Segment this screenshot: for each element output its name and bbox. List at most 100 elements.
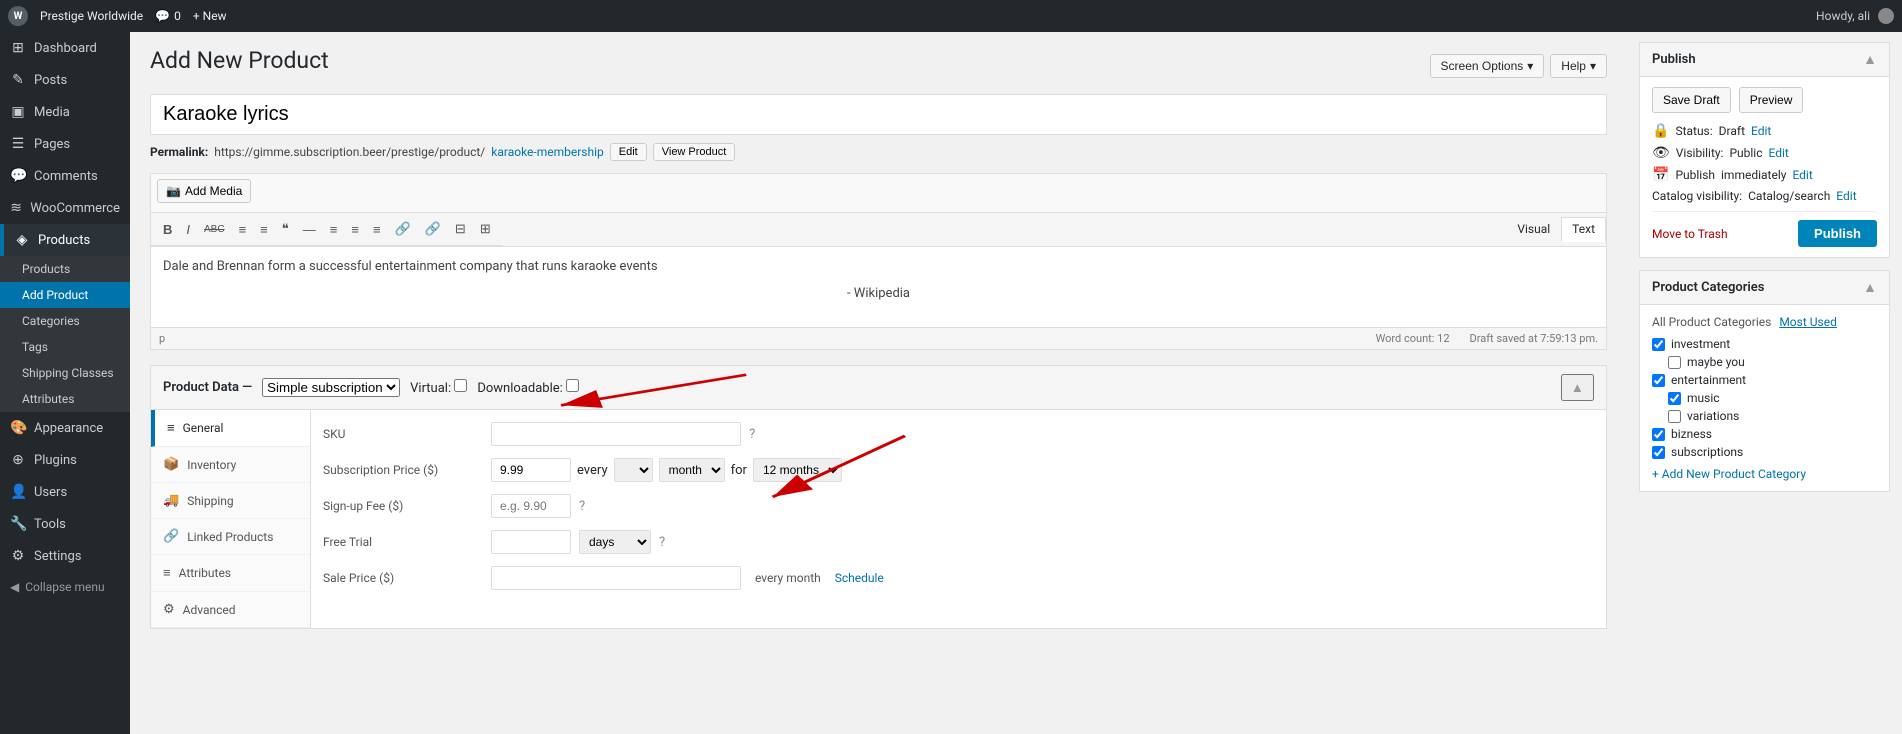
- product-tab-attributes[interactable]: ≡ Attributes: [151, 555, 310, 592]
- add-new-category-link[interactable]: + Add New Product Category: [1652, 467, 1877, 481]
- virtual-checkbox[interactable]: [454, 379, 467, 392]
- cat-tab-most-used[interactable]: Most Used: [1779, 315, 1837, 329]
- cat-checkbox-variations[interactable]: [1668, 410, 1681, 423]
- publish-button[interactable]: Publish: [1798, 220, 1877, 247]
- editor-footer: p Word count: 12 Draft saved at 7:59:13 …: [151, 327, 1606, 349]
- sidebar-item-users[interactable]: 👤 Users: [0, 476, 130, 508]
- editor-content[interactable]: Dale and Brennan form a successful enter…: [151, 247, 1606, 327]
- site-name[interactable]: Prestige Worldwide: [40, 9, 143, 23]
- screen-help-area: Screen Options ▾ Help ▾: [1430, 54, 1607, 78]
- toolbar-abc[interactable]: ABC: [198, 220, 231, 239]
- sidebar-item-appearance[interactable]: 🎨 Appearance: [0, 412, 130, 444]
- subscription-period-select[interactable]: day week month year: [659, 458, 725, 482]
- product-tab-general[interactable]: ≡ General: [151, 410, 310, 447]
- sidebar-item-add-product[interactable]: Add Product: [0, 282, 130, 308]
- free-trial-input[interactable]: [491, 530, 571, 554]
- categories-box-header[interactable]: Product Categories ▲: [1640, 271, 1889, 305]
- tab-text[interactable]: Text: [1561, 217, 1606, 242]
- publish-box-header[interactable]: Publish ▲: [1640, 43, 1889, 77]
- sidebar-item-label: Dashboard: [34, 41, 97, 56]
- cat-checkbox-maybe-you[interactable]: [1668, 356, 1681, 369]
- screen-options-button[interactable]: Screen Options ▾: [1430, 54, 1545, 78]
- new-button[interactable]: + New: [193, 9, 227, 23]
- product-data-collapse-button[interactable]: ▲: [1561, 374, 1594, 401]
- toolbar-ol[interactable]: ≡: [254, 218, 274, 241]
- toolbar-table[interactable]: ⊞: [474, 217, 497, 241]
- subscription-duration-select[interactable]: 1 month 3 months 6 months 12 months: [753, 458, 842, 482]
- sale-price-input[interactable]: [491, 566, 741, 590]
- sidebar-item-settings[interactable]: ⚙ Settings: [0, 540, 130, 572]
- help-button[interactable]: Help ▾: [1550, 54, 1607, 78]
- product-type-select[interactable]: Simple subscription: [262, 378, 400, 397]
- toolbar-unlink[interactable]: 🔗: [419, 217, 447, 241]
- sidebar-item-media[interactable]: ▣ Media: [0, 96, 130, 128]
- sidebar-item-woocommerce[interactable]: ≋ WooCommerce: [0, 192, 130, 224]
- toolbar-align-right[interactable]: ≡: [367, 218, 387, 241]
- product-tab-shipping[interactable]: 🚚 Shipping: [151, 483, 310, 519]
- toolbar-hr[interactable]: —: [297, 218, 322, 241]
- signup-fee-help-icon[interactable]: ?: [579, 499, 585, 514]
- permalink-slug[interactable]: karaoke-membership: [491, 145, 604, 159]
- cat-checkbox-entertainment[interactable]: [1652, 374, 1665, 387]
- cat-checkbox-investment[interactable]: [1652, 338, 1665, 351]
- media-icon: ▣: [10, 104, 26, 120]
- sidebar-item-comments[interactable]: 💬 Comments: [0, 160, 130, 192]
- permalink-edit-button[interactable]: Edit: [610, 143, 647, 161]
- cat-checkbox-bizness[interactable]: [1652, 428, 1665, 441]
- post-title-input[interactable]: [150, 94, 1607, 135]
- sidebar-item-posts[interactable]: ✎ Posts: [0, 64, 130, 96]
- sidebar-item-pages[interactable]: ☰ Pages: [0, 128, 130, 160]
- product-tab-linked-products[interactable]: 🔗 Linked Products: [151, 519, 310, 555]
- cat-label-subscriptions: subscriptions: [1671, 445, 1743, 459]
- free-trial-unit-select[interactable]: days weeks months: [579, 530, 651, 554]
- toolbar-ul[interactable]: ≡: [233, 218, 253, 241]
- sidebar-item-products-list[interactable]: Products: [0, 256, 130, 282]
- sku-help-icon[interactable]: ?: [749, 427, 755, 442]
- subscription-price-input[interactable]: [491, 458, 571, 482]
- comment-count[interactable]: 💬 0: [155, 9, 181, 23]
- cat-tab-all[interactable]: All Product Categories: [1652, 315, 1771, 329]
- signup-fee-input[interactable]: [491, 494, 571, 518]
- toolbar-blockquote[interactable]: ❝: [276, 217, 295, 241]
- collapse-menu-button[interactable]: ◀ Collapse menu: [0, 572, 130, 602]
- preview-button[interactable]: Preview: [1739, 87, 1804, 113]
- publish-edit-link[interactable]: Edit: [1792, 168, 1812, 182]
- visibility-edit-link[interactable]: Edit: [1769, 146, 1789, 160]
- signup-fee-row: Sign-up Fee ($) ?: [323, 494, 1594, 518]
- add-media-button[interactable]: 📷 Add Media: [157, 179, 251, 203]
- status-edit-link[interactable]: Edit: [1751, 124, 1771, 138]
- cat-checkbox-subscriptions[interactable]: [1652, 446, 1665, 459]
- product-tab-inventory[interactable]: 📦 Inventory: [151, 447, 310, 483]
- sale-price-schedule-link[interactable]: Schedule: [835, 571, 884, 585]
- toolbar-align-left[interactable]: ≡: [324, 218, 344, 241]
- sidebar-item-shipping-classes[interactable]: Shipping Classes: [0, 360, 130, 386]
- cat-checkbox-music[interactable]: [1668, 392, 1681, 405]
- toolbar-link[interactable]: 🔗: [389, 217, 417, 241]
- catalog-edit-link[interactable]: Edit: [1836, 189, 1856, 203]
- sidebar-item-plugins[interactable]: ⊕ Plugins: [0, 444, 130, 476]
- toolbar-italic[interactable]: I: [180, 218, 196, 241]
- toolbar-align-center[interactable]: ≡: [345, 218, 365, 241]
- wp-logo[interactable]: W: [8, 6, 28, 26]
- product-tab-advanced[interactable]: ⚙ Advanced: [151, 592, 310, 628]
- subscription-period-num-select[interactable]: 1 2 3: [614, 458, 653, 482]
- sidebar-item-attributes[interactable]: Attributes: [0, 386, 130, 412]
- sidebar-item-dashboard[interactable]: ⊞ Dashboard: [0, 32, 130, 64]
- sku-input[interactable]: [491, 422, 741, 446]
- downloadable-checkbox[interactable]: [566, 379, 579, 392]
- toolbar-bold[interactable]: B: [157, 218, 178, 241]
- save-draft-button[interactable]: Save Draft: [1652, 87, 1731, 113]
- cat-label-variations: variations: [1687, 409, 1739, 423]
- sidebar-item-tags[interactable]: Tags: [0, 334, 130, 360]
- sidebar-item-tools[interactable]: 🔧 Tools: [0, 508, 130, 540]
- tab-visual[interactable]: Visual: [1506, 217, 1561, 242]
- publish-time-icon: 📅: [1652, 167, 1669, 183]
- permalink-view-button[interactable]: View Product: [653, 143, 736, 161]
- sidebar-item-products[interactable]: ◈ Products: [0, 224, 130, 256]
- free-trial-help-icon[interactable]: ?: [659, 535, 665, 550]
- move-to-trash-link[interactable]: Move to Trash: [1652, 227, 1728, 241]
- collapse-arrow-icon: ◀: [10, 580, 19, 594]
- cat-item-variations: variations: [1652, 409, 1877, 423]
- sidebar-item-categories[interactable]: Categories: [0, 308, 130, 334]
- toolbar-insert[interactable]: ⊟: [449, 217, 472, 241]
